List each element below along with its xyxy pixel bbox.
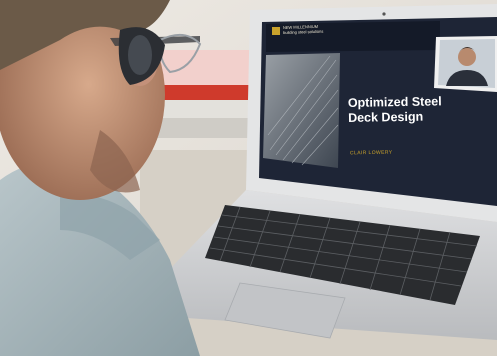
- slide-presenter: CLAIR LOWERY: [349, 149, 393, 157]
- photo-scene: [0, 0, 497, 356]
- book-stack: [150, 50, 255, 138]
- brand-logo-icon: [272, 27, 280, 35]
- slide-title: Optimized Steel Deck Design: [348, 94, 459, 126]
- slide-title-line1: Optimized Steel: [347, 94, 442, 110]
- slide-title-line2: Deck Design: [348, 109, 424, 125]
- presenter-video-thumbnail: [434, 36, 497, 92]
